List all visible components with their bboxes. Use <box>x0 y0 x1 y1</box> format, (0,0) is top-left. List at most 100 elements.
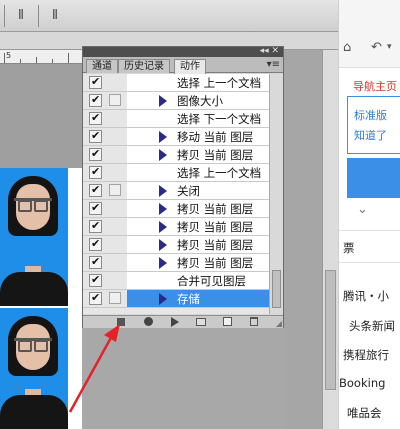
checkmark-icon[interactable] <box>89 201 102 215</box>
trash-icon[interactable] <box>250 317 258 326</box>
action-item[interactable]: 拷贝 当前 图层 <box>83 254 269 272</box>
scrollbar-thumb[interactable] <box>325 270 336 390</box>
photo-body <box>0 395 68 429</box>
expand-triangle-icon[interactable] <box>159 257 167 269</box>
expand-triangle-icon[interactable] <box>159 131 167 143</box>
expand-triangle-icon[interactable] <box>159 293 167 305</box>
checkmark-icon[interactable] <box>89 129 102 143</box>
tab-history[interactable]: 历史记录 <box>118 59 170 73</box>
home-icon[interactable]: ⌂ <box>343 40 351 55</box>
chevron-down-icon[interactable]: ⌄ <box>357 202 368 217</box>
checkmark-icon[interactable] <box>89 111 102 125</box>
list-item[interactable]: 腾讯・小 <box>343 288 389 304</box>
tab-actions[interactable]: 动作 <box>174 59 206 74</box>
list-item[interactable]: 票 <box>343 240 355 256</box>
panel-titlebar[interactable]: ◂◂ ✕ <box>83 45 283 57</box>
nav-link[interactable]: 导航主页 <box>353 78 397 94</box>
actions-list: 选择 上一个文档 图像大小 选择 下一个文档 移动 当前 图层 拷贝 当前 图层 <box>83 74 283 314</box>
document-scrollbar[interactable] <box>322 50 338 429</box>
checkmark-icon[interactable] <box>89 255 102 269</box>
new-set-folder-icon[interactable] <box>196 318 206 326</box>
expand-triangle-icon[interactable] <box>159 203 167 215</box>
action-label: 图像大小 <box>177 94 223 108</box>
tab-channels[interactable]: 通道 <box>86 59 118 73</box>
action-item[interactable]: 拷贝 当前 图层 <box>83 236 269 254</box>
checkmark-icon[interactable] <box>89 219 102 233</box>
dialog-toggle[interactable] <box>109 184 121 196</box>
action-label: 选择 下一个文档 <box>177 112 262 126</box>
align-icon[interactable]: ⫴ <box>12 7 30 25</box>
resize-grip-icon[interactable]: ◢ <box>276 319 282 328</box>
blue-button[interactable] <box>347 158 400 198</box>
new-action-icon[interactable] <box>223 317 232 326</box>
browser-toolbar: ⌂ ↶ ▾ <box>339 0 400 68</box>
scrollbar-thumb[interactable] <box>272 270 281 308</box>
list-item[interactable]: 头条新闻 <box>349 318 395 334</box>
action-item[interactable]: 拷贝 当前 图层 <box>83 146 269 164</box>
toolbar-separator <box>4 5 5 27</box>
arrow-shaft <box>68 333 115 413</box>
ruler-tick <box>68 53 69 63</box>
action-item[interactable]: 拷贝 当前 图层 <box>83 200 269 218</box>
checkmark-icon[interactable] <box>89 93 102 107</box>
play-icon[interactable] <box>171 317 179 327</box>
tab-label: 动作 <box>180 61 200 72</box>
record-icon[interactable] <box>144 317 153 326</box>
expand-triangle-icon[interactable] <box>159 221 167 233</box>
action-label: 选择 上一个文档 <box>177 76 262 90</box>
panel-tabs: 通道 历史记录 动作 ▾≡ <box>83 57 283 74</box>
expand-triangle-icon[interactable] <box>159 149 167 161</box>
action-label: 拷贝 当前 图层 <box>177 202 254 216</box>
checkmark-icon[interactable] <box>89 165 102 179</box>
red-arrow-annotation <box>68 324 120 413</box>
options-bar: ⫴ ⦀ <box>0 0 338 32</box>
dialog-toggle[interactable] <box>109 94 121 106</box>
checkmark-icon[interactable] <box>89 273 102 287</box>
list-item[interactable]: Booking <box>339 376 385 390</box>
action-label: 拷贝 当前 图层 <box>177 220 254 234</box>
action-item[interactable]: 合并可见图层 <box>83 272 269 290</box>
expand-triangle-icon[interactable] <box>159 95 167 107</box>
expand-triangle-icon[interactable] <box>159 239 167 251</box>
checkmark-icon[interactable] <box>89 75 102 89</box>
undo-icon[interactable]: ↶ <box>371 40 382 55</box>
action-label: 合并可见图层 <box>177 274 246 288</box>
checkmark-icon[interactable] <box>89 291 102 305</box>
action-label: 存储 <box>177 292 200 306</box>
popup-title[interactable]: 标准版 <box>354 107 387 123</box>
action-item[interactable]: 关闭 <box>83 182 269 200</box>
workspace-background <box>0 64 82 168</box>
action-item[interactable]: 图像大小 <box>83 92 269 110</box>
divider <box>339 230 400 231</box>
action-item[interactable]: 选择 下一个文档 <box>83 110 269 128</box>
panel-scrollbar[interactable] <box>269 74 283 314</box>
action-label: 关闭 <box>177 184 200 198</box>
checkmark-icon[interactable] <box>89 237 102 251</box>
toolbar-separator <box>38 5 39 27</box>
action-label: 拷贝 当前 图层 <box>177 256 254 270</box>
expand-triangle-icon[interactable] <box>159 185 167 197</box>
ruler-number: 5 <box>6 51 12 60</box>
dialog-toggle[interactable] <box>109 292 121 304</box>
list-item[interactable]: 携程旅行 <box>343 347 389 363</box>
browser-side-panel: ⌂ ↶ ▾ 导航主页 01 标准版 知道了 ⌄ 票 腾讯・小 头条新闻 携程旅行… <box>338 0 400 429</box>
popup-ok-link[interactable]: 知道了 <box>354 127 387 143</box>
ruler-tick <box>4 53 5 63</box>
action-item-selected[interactable]: 存储 <box>83 290 269 308</box>
panel-menu-icon[interactable]: ▾≡ <box>267 59 280 70</box>
panel-controls[interactable]: ◂◂ ✕ <box>260 45 279 57</box>
action-label: 拷贝 当前 图层 <box>177 148 254 162</box>
checkmark-icon[interactable] <box>89 183 102 197</box>
action-item[interactable]: 拷贝 当前 图层 <box>83 218 269 236</box>
actions-panel: ◂◂ ✕ 通道 历史记录 动作 ▾≡ 选择 上一个文档 图像大小 选择 下一个文… <box>82 46 284 328</box>
action-item[interactable]: 选择 上一个文档 <box>83 74 269 92</box>
distribute-icon[interactable]: ⦀ <box>46 7 64 25</box>
chevron-down-icon[interactable]: ▾ <box>387 42 392 52</box>
arrow-head <box>104 324 120 342</box>
photo-glasses <box>14 198 52 212</box>
action-item[interactable]: 选择 上一个文档 <box>83 164 269 182</box>
divider <box>339 262 400 263</box>
action-item[interactable]: 移动 当前 图层 <box>83 128 269 146</box>
list-item[interactable]: 唯品会 <box>347 405 382 421</box>
checkmark-icon[interactable] <box>89 147 102 161</box>
